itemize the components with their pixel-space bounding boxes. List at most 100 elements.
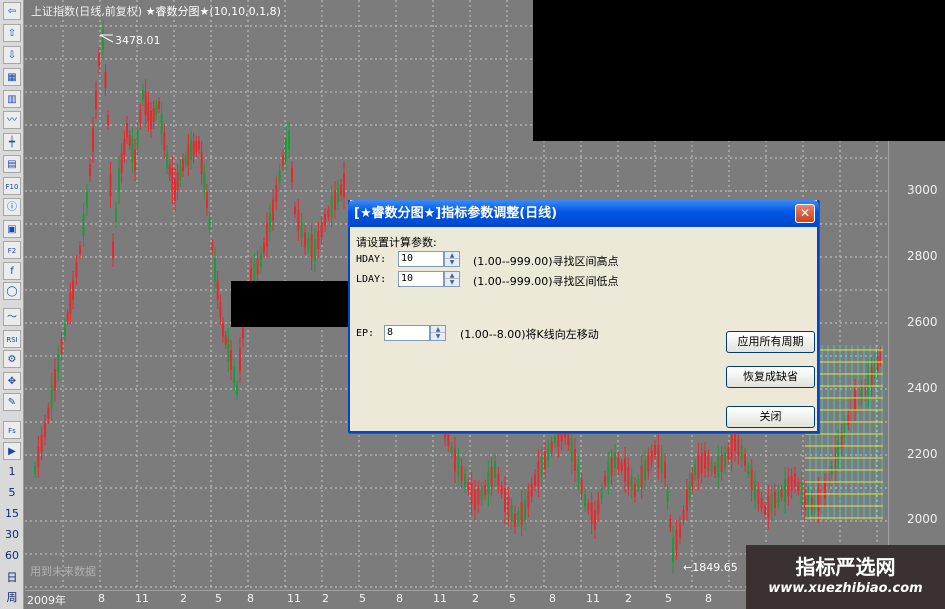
candle-body <box>744 454 746 466</box>
f2-icon[interactable]: F2 <box>3 241 21 259</box>
wave-icon[interactable]: 〜 <box>3 308 21 326</box>
candle-body <box>717 456 720 478</box>
restore-default-button[interactable]: 恢复成缺省 <box>726 366 815 388</box>
candle-body <box>727 447 730 459</box>
grid-icon[interactable]: ▣ <box>3 220 21 238</box>
candle-body <box>537 461 540 486</box>
period-3[interactable]: 15 <box>0 505 24 523</box>
f10-icon[interactable]: F10 <box>3 177 21 195</box>
candle-body <box>320 223 323 237</box>
zoom-icon[interactable]: ▦ <box>3 68 21 86</box>
candle-body <box>804 490 806 510</box>
circle-icon[interactable]: ◯ <box>3 282 21 300</box>
calc-icon[interactable]: f <box>3 262 21 280</box>
hday-input[interactable]: 10 <box>398 251 444 267</box>
candle-body <box>260 253 262 267</box>
candle-body <box>714 466 716 474</box>
candle-body <box>79 245 81 255</box>
date-tick: 2 <box>322 592 329 605</box>
hday-spinner[interactable]: ▲ ▼ <box>444 251 460 267</box>
candle-body <box>497 473 500 487</box>
candle-body <box>447 434 450 446</box>
ep-input[interactable]: 8 <box>384 325 430 341</box>
candle-body <box>824 481 826 499</box>
candle-body <box>297 209 300 231</box>
candle-body <box>574 449 576 471</box>
rsi-icon[interactable]: RSI <box>3 330 21 348</box>
candle-body <box>707 456 710 471</box>
apply-all-periods-button[interactable]: 应用所有周期 <box>726 331 815 353</box>
candle-body <box>187 144 190 166</box>
param-prompt: 请设置计算参数: <box>356 236 437 249</box>
candle-body <box>724 452 726 468</box>
date-tick: 5 <box>359 592 366 605</box>
candle-body <box>457 457 460 477</box>
period-6[interactable]: 日 <box>0 569 24 587</box>
candle-body <box>784 478 786 502</box>
lday-input[interactable]: 10 <box>398 271 444 287</box>
candle-body <box>624 458 626 482</box>
candle-body <box>123 138 126 155</box>
candle-body <box>750 469 753 491</box>
move-icon[interactable]: ✥ <box>3 372 21 390</box>
pencil-icon[interactable]: ✎ <box>3 393 21 411</box>
spin-up-icon[interactable]: ▲ <box>445 252 459 259</box>
spin-down-icon[interactable]: ▼ <box>431 333 445 340</box>
down-arrow-icon[interactable]: ⇩ <box>3 46 21 64</box>
candle-body <box>644 460 646 480</box>
tools-icon[interactable]: ⚙ <box>3 350 21 368</box>
date-tick: 11 <box>287 592 301 605</box>
ep-spinner[interactable]: ▲ ▼ <box>430 325 446 341</box>
candle-body <box>770 494 773 513</box>
candle-body <box>211 242 214 251</box>
period-5[interactable]: 60 <box>0 547 24 565</box>
candle-body <box>256 258 259 275</box>
close-icon[interactable]: ✕ <box>795 204 815 223</box>
candle-body <box>666 490 669 504</box>
layout-icon[interactable]: ▤ <box>3 155 21 173</box>
spin-up-icon[interactable]: ▲ <box>445 272 459 279</box>
candle-body <box>810 497 813 510</box>
period-7[interactable]: 周 <box>0 589 24 607</box>
candle-icon[interactable]: ┿ <box>3 133 21 151</box>
candle-body <box>477 488 480 505</box>
candle-body <box>82 214 85 236</box>
lday-spinner[interactable]: ▲ ▼ <box>444 271 460 287</box>
spin-down-icon[interactable]: ▼ <box>445 279 459 286</box>
candle-body <box>614 452 616 468</box>
period-2[interactable]: 5 <box>0 484 24 502</box>
fs-icon[interactable]: Fs <box>3 421 21 439</box>
watermark-title: 指标严选网 <box>795 555 896 579</box>
line-icon[interactable]: 〰 <box>3 111 21 129</box>
up-arrow-icon[interactable]: ⇧ <box>3 24 21 42</box>
candle-body <box>107 115 109 125</box>
bars-icon[interactable]: ▥ <box>3 90 21 108</box>
candle-body <box>200 152 203 175</box>
candle-body <box>50 384 53 409</box>
dialog-titlebar[interactable]: [★睿数分图★]指标参数调整(日线) ✕ <box>348 200 819 227</box>
date-tick: 2009年 <box>27 594 66 607</box>
low-price-label: ←1849.65 <box>683 561 738 574</box>
candle-body <box>854 389 856 411</box>
candle-body <box>514 513 516 527</box>
period-1[interactable]: 1 <box>0 463 24 481</box>
date-tick: 8 <box>247 592 254 605</box>
spin-down-icon[interactable]: ▼ <box>445 259 459 266</box>
candle-body <box>807 493 810 510</box>
period-4[interactable]: 30 <box>0 526 24 544</box>
export-icon[interactable]: ▶ <box>3 442 21 460</box>
candle-body <box>780 489 783 498</box>
candle-body <box>504 488 506 512</box>
back-arrow-icon[interactable]: ⇦ <box>3 2 21 20</box>
spin-up-icon[interactable]: ▲ <box>431 326 445 333</box>
candle-body <box>730 434 733 459</box>
candle-body <box>128 135 131 145</box>
candle-body <box>650 450 653 463</box>
candle-body <box>530 483 533 497</box>
candle-body <box>92 128 94 152</box>
candle-body <box>754 480 756 500</box>
high-marker <box>99 34 114 43</box>
info-icon[interactable]: ⓘ <box>3 198 21 216</box>
candle-body <box>275 184 278 202</box>
dialog-close-button[interactable]: 关闭 <box>726 406 815 428</box>
